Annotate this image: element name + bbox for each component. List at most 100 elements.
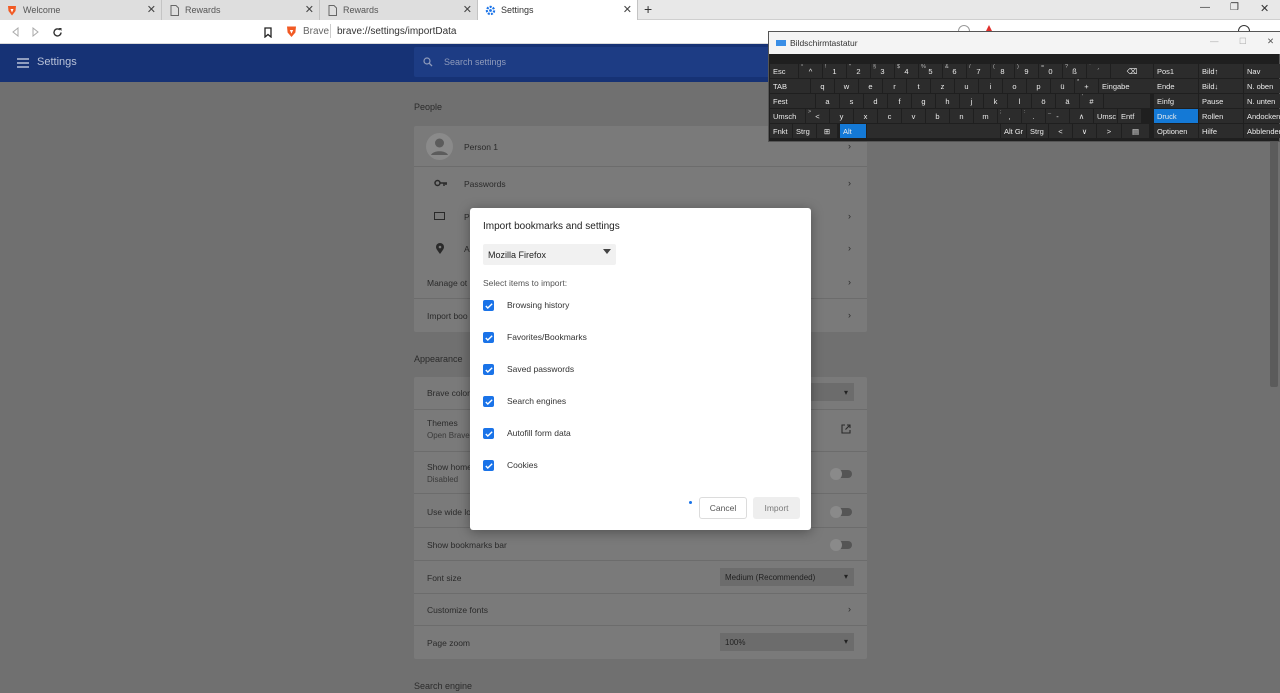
checkbox-checked-icon[interactable]: [483, 396, 494, 407]
osk-key[interactable]: Hilfe: [1199, 124, 1243, 138]
avatar[interactable]: [426, 133, 453, 160]
close-icon[interactable]: ✕: [623, 3, 632, 16]
import-bookmarks-item[interactable]: Import boo: [427, 311, 468, 321]
chevron-right-icon[interactable]: ›: [848, 178, 851, 188]
bookmarks-bar-toggle[interactable]: [830, 539, 852, 551]
osk-key[interactable]: Strg: [793, 124, 816, 138]
osk-key[interactable]: p: [1027, 79, 1050, 93]
osk-key[interactable]: t: [907, 79, 930, 93]
osk-maximize-button[interactable]: ☐: [1239, 36, 1247, 47]
osk-key[interactable]: Andocken: [1244, 109, 1280, 123]
osk-key[interactable]: h: [936, 94, 959, 108]
close-icon[interactable]: ✕: [305, 3, 314, 16]
osk-key[interactable]: Esc: [770, 64, 798, 78]
show-home-toggle[interactable]: [830, 468, 852, 480]
osk-key[interactable]: o: [1003, 79, 1026, 93]
checkbox-autofill-form-data[interactable]: [483, 428, 494, 439]
tab-welcome[interactable]: Welcome ✕: [0, 0, 162, 20]
customize-fonts-item[interactable]: Customize fonts: [427, 605, 488, 615]
osk-key[interactable]: ^ °: [799, 64, 822, 78]
import-button[interactable]: Import: [753, 497, 800, 519]
chevron-right-icon[interactable]: ›: [848, 211, 851, 221]
checkbox-search-engines[interactable]: [483, 396, 494, 407]
osk-key[interactable]: Fnkt: [770, 124, 792, 138]
osk-key[interactable]: Einfg: [1154, 94, 1198, 108]
osk-key[interactable]: Alt: [840, 124, 866, 138]
window-close-button[interactable]: ✕: [1260, 2, 1269, 15]
osk-key[interactable]: e: [859, 79, 882, 93]
osk-key[interactable]: n: [950, 109, 973, 123]
osk-key[interactable]: c: [878, 109, 901, 123]
chevron-right-icon[interactable]: ›: [848, 243, 851, 253]
reload-icon[interactable]: [50, 25, 64, 39]
tab-rewards-2[interactable]: Rewards ✕: [320, 0, 478, 20]
osk-key[interactable]: 7/: [967, 64, 990, 78]
osk-key[interactable]: 6 &: [943, 64, 966, 78]
checkbox-checked-icon[interactable]: [483, 332, 494, 343]
osk-key[interactable]: # ': [1080, 94, 1103, 108]
osk-key[interactable]: < >: [806, 109, 829, 123]
osk-key[interactable]: Ende: [1154, 79, 1198, 93]
page-zoom-dropdown[interactable]: 100% ▾: [720, 633, 854, 651]
osk-key[interactable]: ß?: [1063, 64, 1086, 78]
osk-key[interactable]: r: [883, 79, 906, 93]
osk-key[interactable]: d: [864, 94, 887, 108]
osk-key[interactable]: Nav: [1244, 64, 1280, 78]
checkbox-checked-icon[interactable]: [483, 364, 494, 375]
checkbox-checked-icon[interactable]: [483, 428, 494, 439]
osk-key[interactable]: ö: [1032, 94, 1055, 108]
osk-key[interactable]: y: [830, 109, 853, 123]
osk-key[interactable]: ⌫: [1111, 64, 1153, 78]
osk-key[interactable]: Abblenden: [1244, 124, 1280, 138]
osk-key[interactable]: g: [912, 94, 935, 108]
osk-key[interactable]: N. unten: [1244, 94, 1280, 108]
osk-key[interactable]: k: [984, 94, 1007, 108]
osk-key[interactable]: Druck: [1154, 109, 1198, 123]
checkbox-checked-icon[interactable]: [483, 460, 494, 471]
osk-key[interactable]: q: [811, 79, 834, 93]
osk-key[interactable]: z: [931, 79, 954, 93]
back-icon[interactable]: [8, 25, 22, 39]
osk-key[interactable]: >: [1097, 124, 1121, 138]
osk-key[interactable]: Umsc: [1094, 109, 1117, 123]
osk-key[interactable]: [867, 124, 1000, 138]
forward-icon[interactable]: [28, 25, 42, 39]
osk-key[interactable]: 1!: [823, 64, 846, 78]
tab-rewards-1[interactable]: Rewards ✕: [162, 0, 320, 20]
chevron-right-icon[interactable]: ›: [848, 310, 851, 320]
close-icon[interactable]: ✕: [147, 3, 156, 16]
osk-key[interactable]: 8(: [991, 64, 1014, 78]
cancel-button[interactable]: Cancel: [699, 497, 747, 519]
new-tab-button[interactable]: +: [644, 1, 652, 17]
osk-key[interactable]: Pos1: [1154, 64, 1198, 78]
osk-key[interactable]: ⊞: [817, 124, 837, 138]
chevron-right-icon[interactable]: ›: [848, 604, 851, 614]
osk-key[interactable]: ,;: [998, 109, 1021, 123]
osk-key[interactable]: j: [960, 94, 983, 108]
brave-shield-icon[interactable]: [286, 25, 297, 38]
passwords-item[interactable]: Passwords: [464, 179, 506, 189]
checkbox-browsing-history[interactable]: [483, 300, 494, 311]
chevron-right-icon[interactable]: ›: [848, 277, 851, 287]
restore-button[interactable]: ❐: [1230, 2, 1239, 13]
checkbox-favorites-bookmarks[interactable]: [483, 332, 494, 343]
osk-key[interactable]: N. oben: [1244, 79, 1280, 93]
search-input[interactable]: Search settings: [414, 47, 774, 77]
osk-minimize-button[interactable]: —: [1210, 36, 1219, 46]
osk-key[interactable]: Bild↓: [1199, 79, 1243, 93]
osk-key[interactable]: Alt Gr: [1001, 124, 1026, 138]
minimize-button[interactable]: —: [1200, 2, 1210, 13]
osk-key[interactable]: f: [888, 94, 911, 108]
checkbox-checked-icon[interactable]: [483, 300, 494, 311]
bookmark-icon[interactable]: [261, 25, 275, 39]
browser-select[interactable]: Mozilla Firefox: [483, 244, 616, 265]
osk-key[interactable]: 9): [1015, 64, 1038, 78]
osk-key[interactable]: b: [926, 109, 949, 123]
payment-methods-item[interactable]: P: [464, 212, 470, 222]
manage-other-people-item[interactable]: Manage ot: [427, 278, 467, 288]
osk-key[interactable]: 3 §: [871, 64, 894, 78]
osk-key[interactable]: - _: [1046, 109, 1069, 123]
osk-key[interactable]: l: [1008, 94, 1031, 108]
osk-key[interactable]: ´ `: [1087, 64, 1110, 78]
osk-key[interactable]: Rollen: [1199, 109, 1243, 123]
